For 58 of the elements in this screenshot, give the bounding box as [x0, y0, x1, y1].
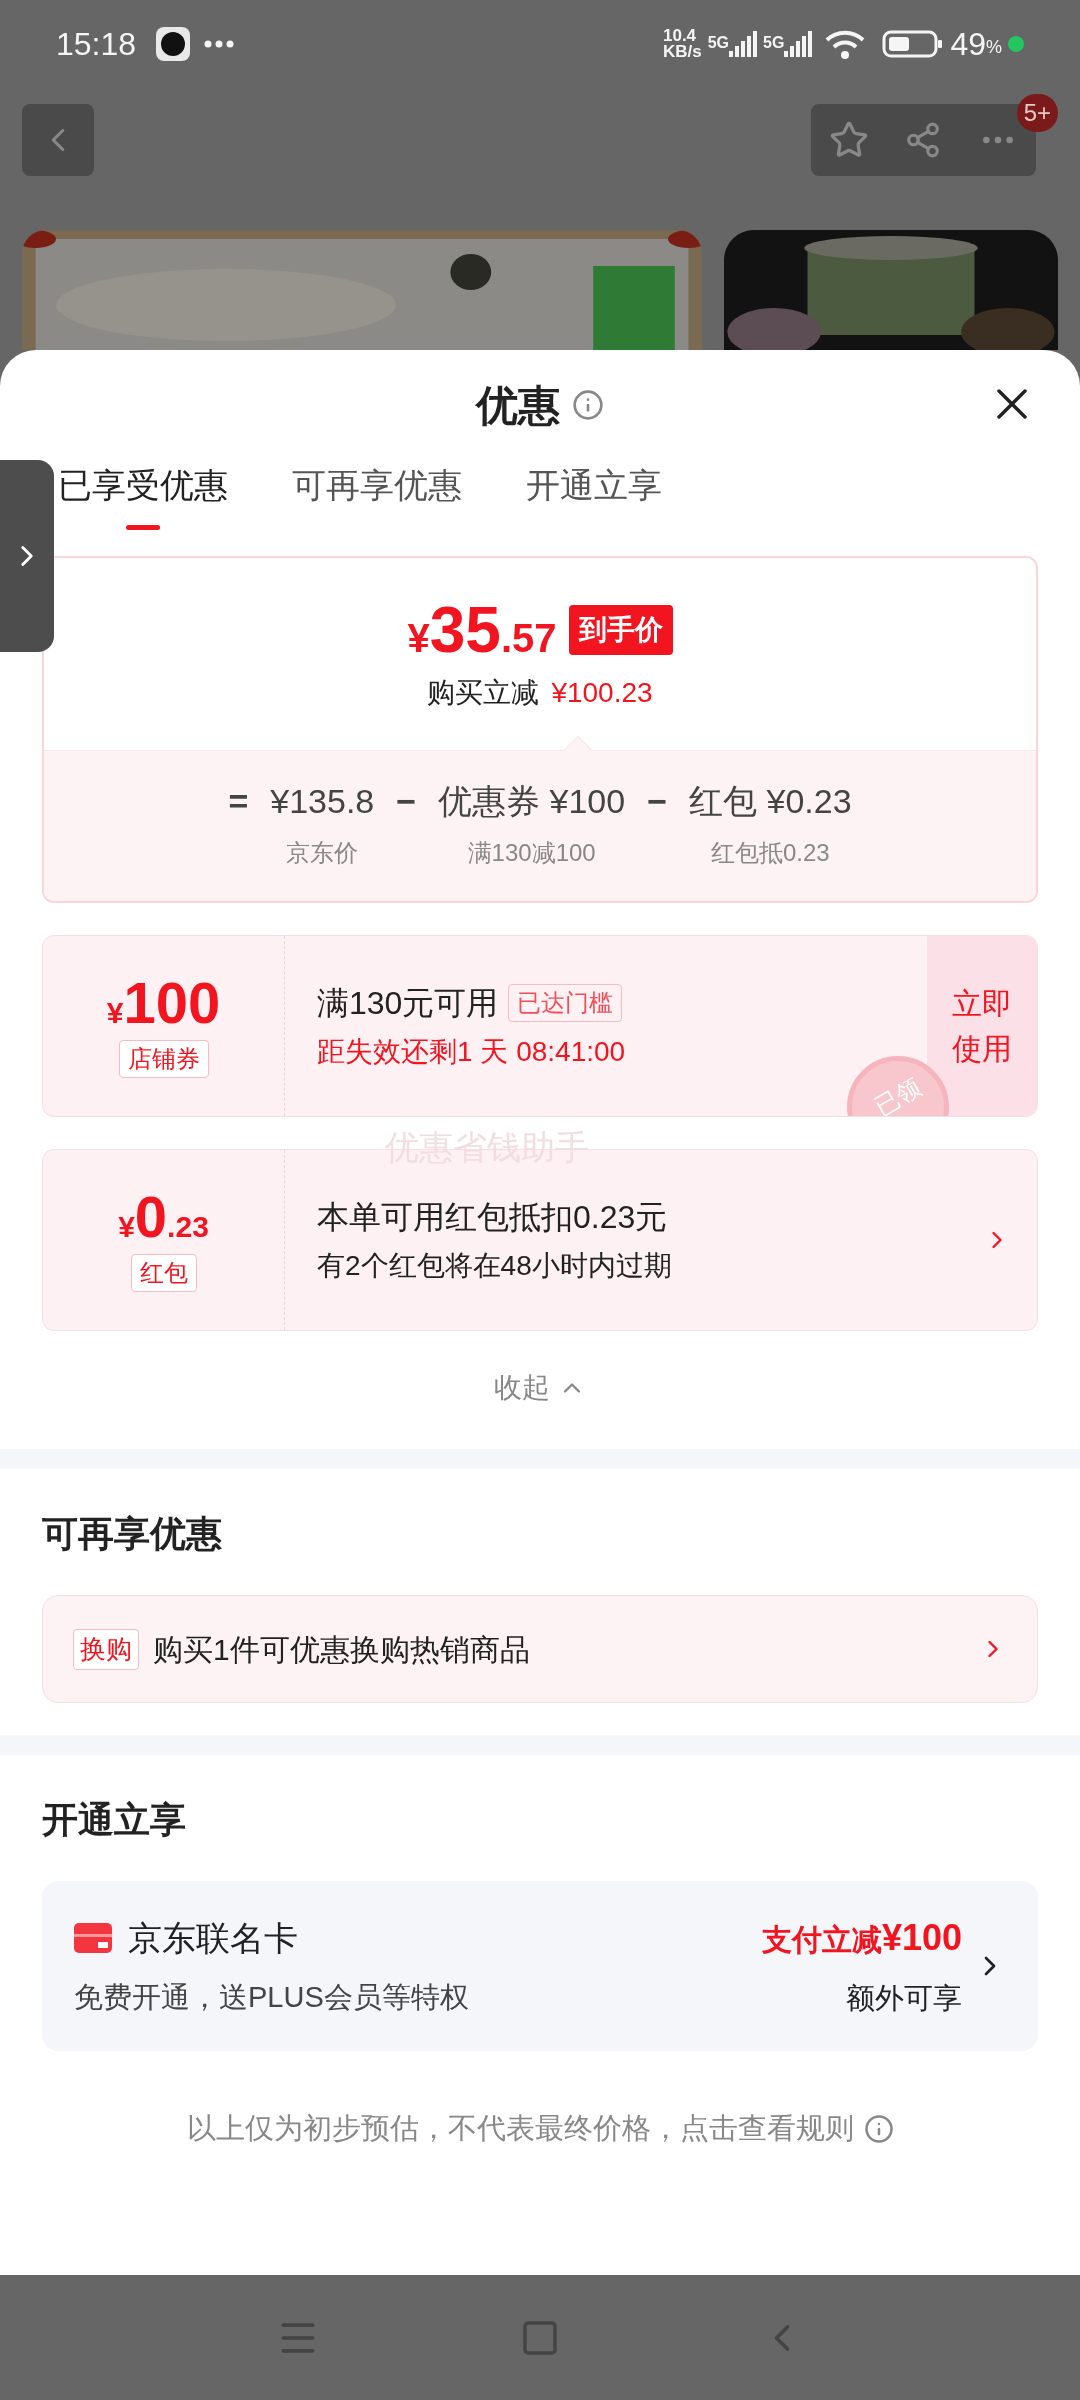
offer-title: 本单可用红包抵扣0.23元	[317, 1198, 668, 1237]
signal-icon	[729, 30, 758, 57]
offer-type-tag: 红包	[130, 1254, 197, 1292]
co-branded-card-row[interactable]: 京东联名卡 免费开通，送PLUS会员等特权 支付立减¥100 额外可享	[42, 1881, 1038, 2051]
section-heading: 开通立享	[42, 1798, 187, 1842]
clock-time: 15:18	[56, 24, 137, 64]
offer-amount: ¥100	[106, 974, 221, 1032]
notification-badge: 5+	[1016, 93, 1058, 132]
final-price-tag: 到手价	[568, 605, 673, 655]
info-icon[interactable]	[572, 389, 604, 421]
breakdown-value: 优惠券 ¥100	[438, 781, 626, 822]
card-name: 京东联名卡	[128, 1917, 298, 1959]
operator-sign: =	[228, 781, 249, 822]
battery-level: 49	[950, 24, 986, 64]
tab[interactable]: 开通立享	[526, 460, 662, 536]
saving-label: 购买立减	[427, 676, 540, 710]
tab[interactable]: 已享受优惠	[58, 460, 228, 536]
offer-title: 满130元可用	[317, 984, 499, 1023]
back-button[interactable]	[22, 103, 94, 176]
sheet-title: 优惠	[476, 380, 560, 431]
threshold-tag: 已达门槛	[508, 984, 623, 1022]
signal-icon	[784, 30, 813, 57]
operator-sign: −	[647, 781, 668, 822]
network-type: 5G	[763, 32, 785, 53]
offer-subtitle: 有2个红包将在48小时内过期	[317, 1249, 673, 1283]
exchange-offer-text: 购买1件可优惠换购热销商品	[153, 1631, 531, 1668]
network-type: 5G	[707, 32, 730, 53]
side-handle[interactable]	[0, 460, 54, 652]
disclaimer-link[interactable]: 以上仅为初步预估，不代表最终价格，点击查看规则	[186, 2107, 854, 2151]
countdown-text: 距失效还剩1 天 08:41:00	[317, 1035, 627, 1069]
network-speed: 10.4	[662, 27, 698, 44]
exchange-offer-row[interactable]: 换购 购买1件可优惠换购热销商品	[42, 1595, 1038, 1703]
favorite-icon[interactable]	[828, 119, 869, 160]
final-price: ¥35.57	[407, 598, 557, 662]
bonus-card[interactable]: ¥0.23 红包 本单可用红包抵扣0.23元 有2个红包将在48小时内过期	[42, 1149, 1038, 1331]
breakdown-label: 满130减100	[467, 838, 596, 868]
extra-benefit-note: 额外可享	[846, 1981, 962, 2017]
payment-discount: 支付立减¥100	[761, 1916, 962, 1961]
tab[interactable]: 可再享优惠	[292, 460, 462, 536]
breakdown-label: 红包抵0.23	[710, 838, 830, 868]
info-icon[interactable]	[863, 2113, 894, 2144]
battery-icon	[882, 28, 945, 59]
collapse-button[interactable]: 收起	[494, 1367, 586, 1409]
saving-amount: ¥100.23	[551, 676, 653, 710]
offer-type-tag: 店铺券	[118, 1040, 209, 1078]
exchange-tag: 换购	[73, 1628, 139, 1670]
card-description: 免费开通，送PLUS会员等特权	[74, 1979, 470, 2015]
offer-amount: ¥0.23	[118, 1188, 209, 1246]
credit-card-icon	[74, 1923, 112, 1954]
breakdown-value: ¥135.8	[270, 781, 375, 822]
battery-unit: %	[986, 37, 1002, 60]
app-icon	[156, 26, 191, 61]
breakdown-value: 红包 ¥0.23	[689, 781, 852, 822]
section-heading: 可再享优惠	[42, 1512, 223, 1556]
breakdown-label: 京东价	[286, 838, 359, 868]
network-unit: KB/s	[662, 43, 702, 60]
more-icon	[204, 39, 235, 48]
operator-sign: −	[396, 781, 417, 822]
